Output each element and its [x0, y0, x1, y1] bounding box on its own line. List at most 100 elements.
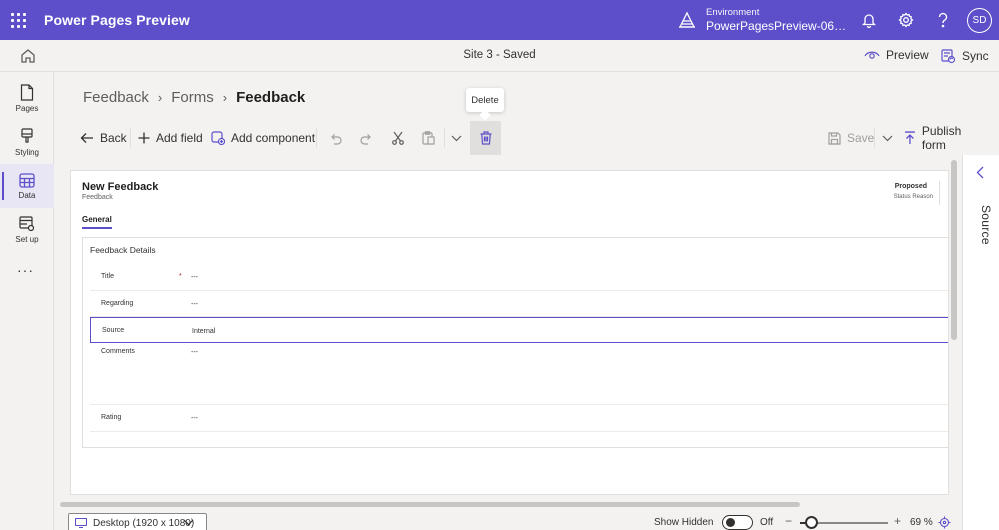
save-label: Save: [847, 131, 875, 145]
save-icon: [828, 131, 841, 145]
preview-button[interactable]: Preview: [864, 48, 929, 62]
field-value: ---: [191, 349, 198, 356]
settings-button[interactable]: [895, 9, 917, 31]
field-value: ---: [191, 301, 198, 308]
more-commands-dropdown[interactable]: [451, 121, 468, 155]
field-source[interactable]: Source Internal: [90, 317, 948, 343]
toggle-state-label: Off: [760, 517, 774, 528]
field-regarding[interactable]: Regarding ---: [90, 291, 948, 317]
environment-picker[interactable]: Environment PowerPagesPreview-06…: [676, 0, 846, 40]
horizontal-scrollbar[interactable]: [60, 502, 800, 507]
field-comments[interactable]: Comments ---: [90, 343, 948, 405]
rail-item-setup[interactable]: Set up: [0, 208, 54, 252]
site-bar: Site 3 - Saved Preview Sync: [0, 40, 999, 72]
undo-button[interactable]: [329, 121, 348, 155]
preview-label: Preview: [886, 48, 929, 62]
vertical-scrollbar[interactable]: [951, 160, 957, 340]
undo-icon: [331, 133, 342, 145]
rail-item-label: Data: [18, 190, 36, 200]
show-hidden-toggle[interactable]: [722, 515, 753, 530]
divider: [874, 128, 875, 148]
section-title: Feedback Details: [90, 245, 156, 255]
zoom-in-button[interactable]: +: [894, 514, 901, 528]
delete-tooltip: Delete: [466, 88, 504, 112]
source-panel: Source: [962, 155, 999, 530]
rail-item-styling[interactable]: Styling: [0, 120, 54, 164]
field-title[interactable]: Title * ---: [90, 264, 948, 291]
table-icon: [19, 172, 35, 188]
app-launcher-button[interactable]: [0, 0, 36, 40]
paste-button[interactable]: [422, 121, 441, 155]
save-button[interactable]: Save: [828, 121, 874, 155]
breadcrumb: Feedback › Forms › Feedback: [83, 89, 305, 106]
status-reason-value: Proposed: [894, 183, 927, 190]
arrow-left-icon: [80, 133, 93, 143]
divider: [316, 128, 317, 148]
tab-general[interactable]: General: [82, 215, 112, 229]
form-subtitle: Feedback: [82, 194, 113, 201]
add-component-label: Add component: [231, 131, 316, 145]
rail-item-label: Styling: [14, 147, 39, 157]
delete-button[interactable]: [470, 121, 501, 155]
toggle-knob: [726, 518, 735, 527]
redo-icon: [360, 133, 371, 145]
zoom-out-button[interactable]: −: [785, 514, 792, 528]
back-label: Back: [100, 131, 127, 145]
add-field-button[interactable]: Add field: [138, 121, 203, 155]
bell-icon: [862, 14, 876, 28]
breadcrumb-item-table[interactable]: Feedback: [83, 89, 149, 106]
show-hidden-label: Show Hidden: [654, 517, 714, 528]
eye-icon: [864, 51, 880, 59]
divider: [939, 181, 940, 205]
publish-icon: [904, 131, 915, 144]
breadcrumb-current: Feedback: [236, 89, 306, 106]
scissors-icon: [392, 131, 404, 145]
save-options-dropdown[interactable]: [882, 121, 899, 155]
field-label: Comments: [101, 348, 135, 355]
left-rail: Pages Styling Data Set up ···: [0, 72, 54, 530]
form-title: New Feedback: [82, 181, 159, 193]
field-rating[interactable]: Rating ---: [90, 405, 948, 432]
breadcrumb-item-forms[interactable]: Forms: [171, 89, 214, 106]
command-bar: Back Add field Add component Save Publis…: [68, 121, 988, 155]
cut-button[interactable]: [392, 121, 410, 155]
gear-icon: [898, 12, 914, 28]
notifications-button[interactable]: [858, 9, 880, 31]
device-select[interactable]: Desktop (1920 x 1080): [68, 513, 207, 530]
chevron-right-icon: ›: [157, 90, 163, 105]
rail-item-data[interactable]: Data: [0, 164, 54, 208]
required-indicator: *: [179, 273, 182, 280]
clipboard-icon: [422, 131, 435, 145]
add-field-label: Add field: [156, 131, 203, 145]
app-title: Power Pages Preview: [44, 12, 190, 28]
page-icon: [20, 83, 34, 101]
rail-item-pages[interactable]: Pages: [0, 76, 54, 120]
divider: [444, 128, 445, 148]
trash-icon: [480, 131, 491, 145]
chevron-left-icon[interactable]: [976, 166, 984, 179]
user-avatar[interactable]: SD: [967, 8, 992, 33]
back-button[interactable]: Back: [80, 121, 127, 155]
form-section-feedback-details[interactable]: Feedback Details Title * --- Regarding -…: [82, 237, 948, 448]
more-options-button[interactable]: ···: [17, 262, 34, 278]
field-label: Source: [102, 327, 125, 334]
settings-table-icon: [19, 216, 35, 232]
publish-form-label: Publish form: [921, 124, 962, 152]
redo-button[interactable]: [360, 121, 379, 155]
publish-form-button[interactable]: Publish form: [904, 121, 988, 155]
bottom-bar: Desktop (1920 x 1080) Show Hidden Off − …: [54, 510, 962, 530]
sync-button[interactable]: Sync: [940, 48, 989, 64]
zoom-slider-thumb[interactable]: [805, 516, 818, 529]
waffle-icon: [10, 12, 26, 28]
environment-label: Environment: [706, 7, 760, 19]
field-label: Rating: [101, 414, 122, 421]
chevron-down-icon: [183, 519, 194, 526]
help-button[interactable]: [932, 9, 954, 31]
source-panel-label[interactable]: Source: [969, 205, 993, 245]
top-header: Power Pages Preview Environment PowerPag…: [0, 0, 999, 40]
form-canvas: New Feedback Feedback Proposed Status Re…: [70, 170, 949, 495]
environment-icon: [678, 11, 696, 28]
paint-brush-icon: [21, 127, 33, 143]
add-component-button[interactable]: Add component: [211, 121, 315, 155]
fit-to-screen-icon[interactable]: [938, 516, 951, 529]
